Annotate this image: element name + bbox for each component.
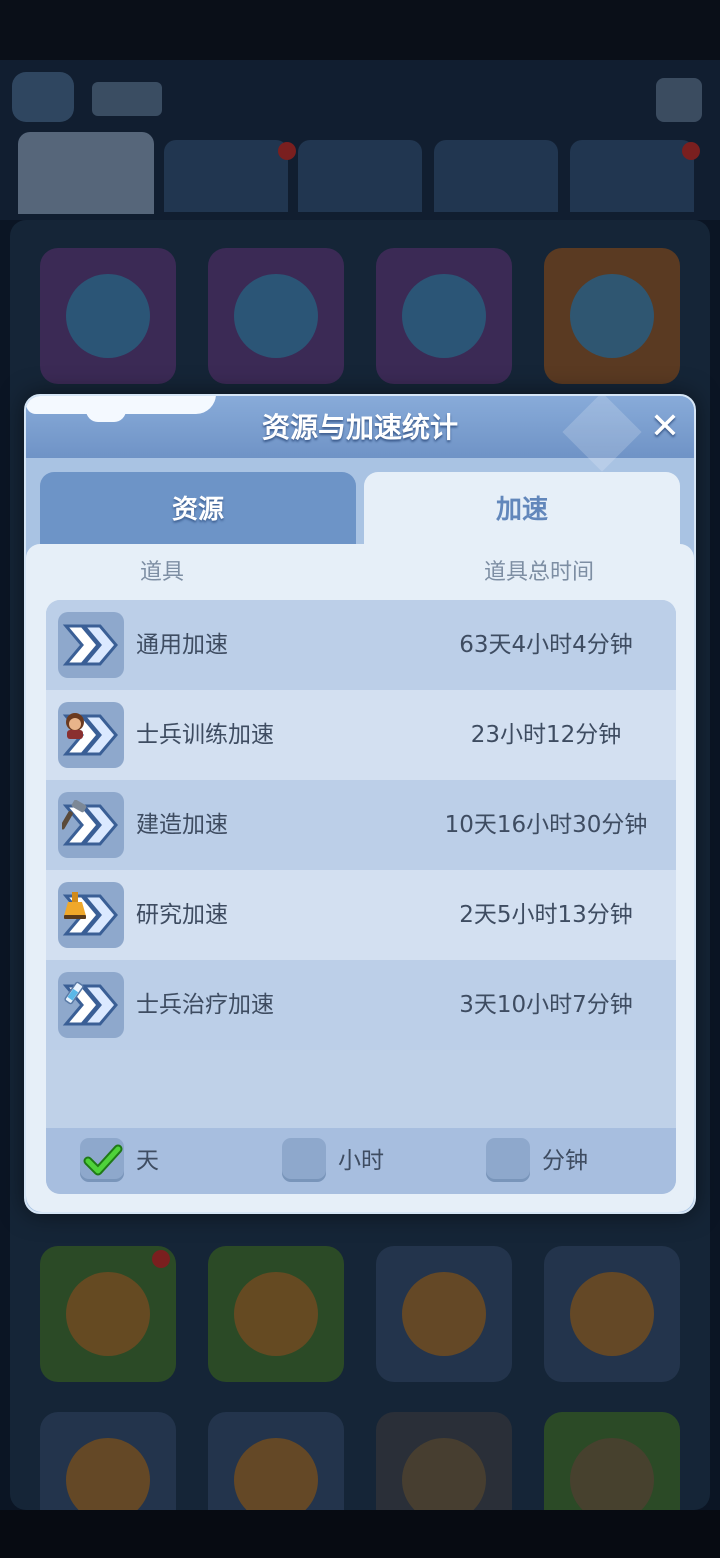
tab-resources[interactable]: 资源: [40, 472, 356, 548]
status-bar-area: [0, 0, 720, 60]
healing-speedup-icon: [58, 972, 124, 1038]
minute-label: 分钟: [542, 1148, 588, 1174]
syringe-icon: [64, 981, 84, 1005]
row-label: 士兵训练加速: [136, 722, 274, 748]
day-label: 天: [136, 1148, 159, 1174]
notification-dot: [152, 1250, 170, 1268]
row-label: 研究加速: [136, 902, 228, 928]
inventory-item: [208, 248, 344, 384]
background-tab-3: [298, 140, 422, 212]
inventory-item: [544, 248, 680, 384]
inventory-item: [208, 1246, 344, 1382]
row-time: 10天16小时30分钟: [444, 812, 648, 838]
building-speedup-icon: [58, 792, 124, 858]
list-item: 士兵治疗加速 3天10小时7分钟: [46, 960, 676, 1050]
training-speedup-icon: [58, 702, 124, 768]
row-time: 63天4小时4分钟: [459, 632, 633, 658]
general-speedup-icon: [58, 612, 124, 678]
research-speedup-icon: [58, 882, 124, 948]
flask-icon: [64, 892, 86, 919]
speedup-list: 通用加速 63天4小时4分钟 士兵训练加速 23小时12分钟 建造加速 10天1…: [46, 600, 676, 1194]
speedup-content: 道具 道具总时间 通用加速 63天4小时4分钟 士兵训练加速 23小时12分钟 …: [26, 544, 694, 1212]
inventory-item: [376, 248, 512, 384]
column-header-item: 道具: [140, 560, 185, 585]
back-button: [12, 72, 74, 122]
unit-filter-bar: 天 小时 分钟: [46, 1128, 676, 1194]
background-tab-5: [570, 140, 694, 212]
bottom-bar: [0, 1510, 720, 1558]
background-tab-4: [434, 140, 558, 212]
close-icon[interactable]: ✕: [646, 408, 684, 446]
list-item: 建造加速 10天16小时30分钟: [46, 780, 676, 870]
row-label: 通用加速: [136, 632, 228, 658]
background-title: [92, 82, 162, 116]
list-item: 通用加速 63天4小时4分钟: [46, 600, 676, 690]
notification-dot: [682, 142, 700, 160]
inventory-item: [544, 1246, 680, 1382]
row-time: 3天10小时7分钟: [459, 992, 633, 1018]
background-tab-1: [18, 132, 154, 214]
notification-dot: [278, 142, 296, 160]
list-item: 研究加速 2天5小时13分钟: [46, 870, 676, 960]
minute-checkbox[interactable]: [486, 1138, 530, 1182]
list-item: 士兵训练加速 23小时12分钟: [46, 690, 676, 780]
row-label: 士兵治疗加速: [136, 992, 274, 1018]
hour-checkbox[interactable]: [282, 1138, 326, 1182]
checkmark-icon: [83, 1144, 123, 1176]
hour-label: 小时: [338, 1148, 384, 1174]
column-header-total-time: 道具总时间: [484, 560, 595, 585]
dialog-header: 资源与加速统计 ✕: [26, 396, 694, 472]
day-checkbox[interactable]: [80, 1138, 124, 1182]
dialog-title: 资源与加速统计: [261, 411, 458, 444]
inventory-item: [376, 1246, 512, 1382]
row-label: 建造加速: [136, 812, 228, 838]
background-tab-2: [164, 140, 288, 212]
row-time: 23小时12分钟: [470, 722, 622, 748]
soldier-icon: [66, 713, 84, 739]
row-time: 2天5小时13分钟: [459, 902, 633, 928]
corner-button: [656, 78, 702, 122]
hammer-icon: [62, 800, 87, 830]
inventory-item: [40, 248, 176, 384]
tab-speedup[interactable]: 加速: [364, 472, 680, 548]
speedup-stats-dialog: 资源与加速统计 ✕ 资源 加速 道具 道具总时间 通用加速 63天4小时4分钟: [24, 394, 696, 1214]
